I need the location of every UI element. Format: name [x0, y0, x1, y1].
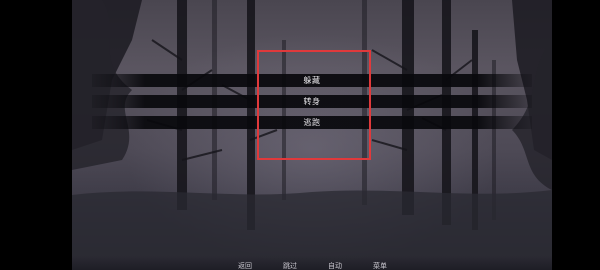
forest-trees-illustration	[72, 0, 552, 270]
auto-button[interactable]: 自动	[328, 261, 342, 270]
menu-button[interactable]: 菜单	[373, 261, 387, 270]
choice-run-away-label: 逃跑	[303, 118, 321, 127]
back-button[interactable]: 返回	[238, 261, 252, 270]
forest-background	[72, 0, 552, 270]
choice-turn-around[interactable]: 转身	[92, 95, 532, 108]
choice-hide-label: 躲藏	[303, 76, 321, 85]
game-screen: 躲藏 转身 逃跑 返回 跳过 自动 菜单	[0, 0, 600, 270]
bottom-menu-bar	[72, 256, 552, 270]
choice-hide[interactable]: 躲藏	[92, 74, 532, 87]
choice-turn-around-label: 转身	[303, 97, 321, 106]
skip-button[interactable]: 跳过	[283, 261, 297, 270]
choice-run-away[interactable]: 逃跑	[92, 116, 532, 129]
